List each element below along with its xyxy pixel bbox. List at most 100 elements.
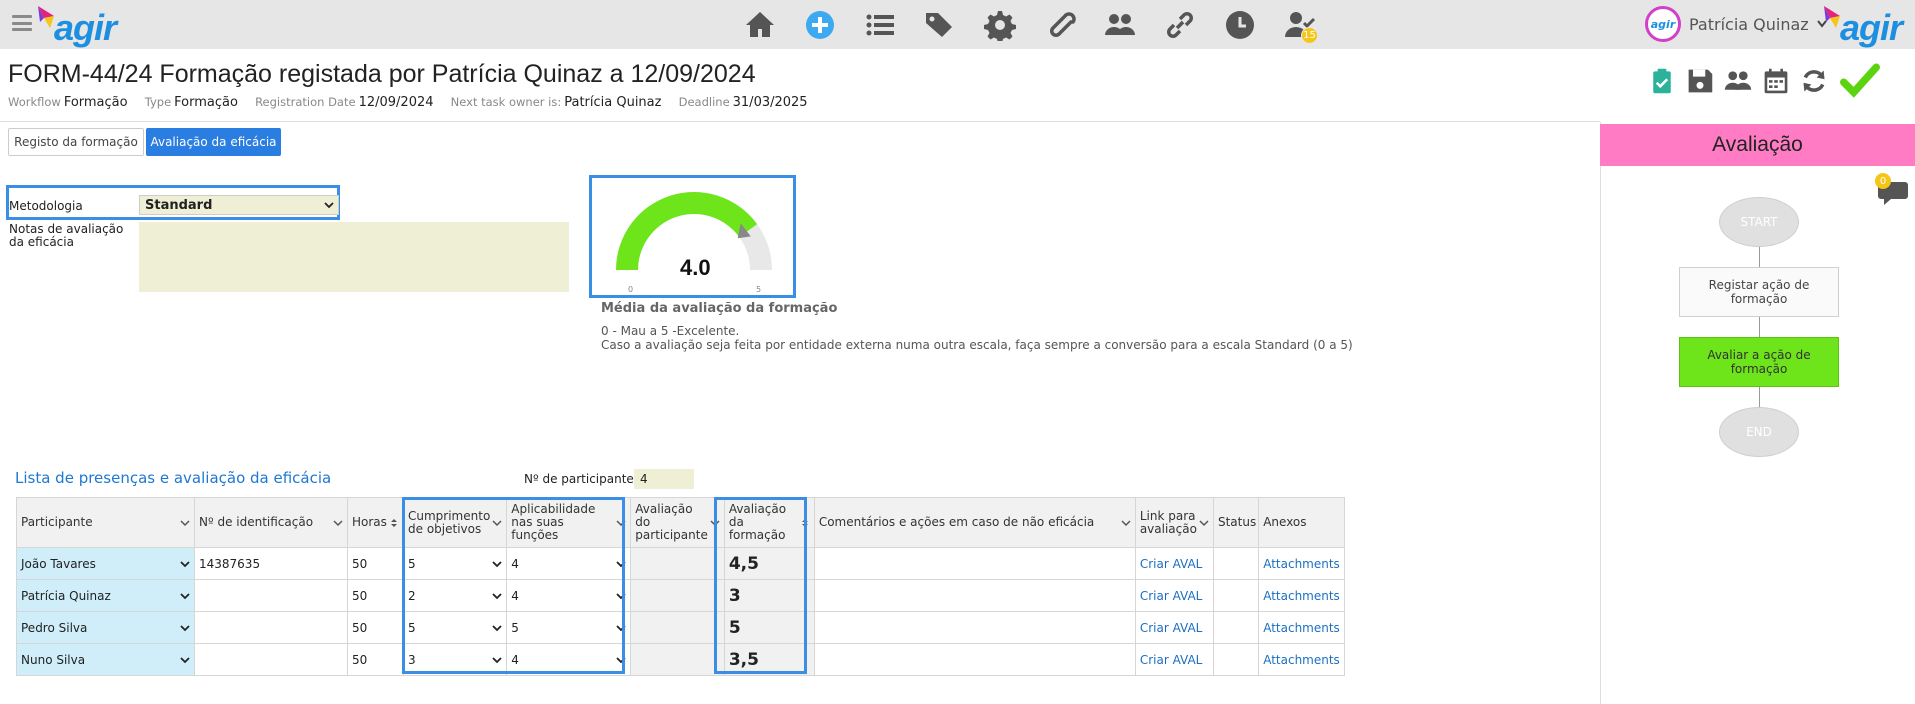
tags-icon[interactable] <box>910 6 970 44</box>
home-icon[interactable] <box>730 6 790 44</box>
aval-participante-cell <box>630 547 725 580</box>
comentarios-cell[interactable] <box>813 643 1136 676</box>
gauge-value: 4.0 <box>680 255 711 280</box>
app-logo[interactable]: agir <box>36 4 126 48</box>
refresh-icon[interactable] <box>1797 64 1831 98</box>
col-comentarios[interactable]: Comentários e ações em caso de não eficá… <box>813 497 1136 548</box>
comentarios-cell[interactable] <box>813 611 1136 644</box>
col-status[interactable]: Status <box>1212 497 1260 548</box>
status-cell <box>1212 611 1260 644</box>
identificacao-cell[interactable] <box>194 579 348 612</box>
chevron-down-icon <box>180 624 190 631</box>
aval-participante-cell <box>630 643 725 676</box>
identificacao-cell[interactable] <box>194 611 348 644</box>
horas-cell[interactable]: 50 <box>347 643 404 676</box>
participante-select[interactable]: João Tavares <box>16 547 195 580</box>
add-icon[interactable] <box>790 6 850 44</box>
col-aval-participante[interactable]: Avaliação do participante <box>630 497 725 548</box>
share-users-icon[interactable] <box>1721 64 1755 98</box>
tasks-badge: 15 <box>1301 27 1318 44</box>
workflow-panel-title: Avaliação <box>1600 124 1915 166</box>
participants-label: Nº de participantes <box>524 472 641 486</box>
chat-badge: 0 <box>1875 173 1891 189</box>
metodologia-select[interactable]: Standard <box>139 195 339 215</box>
identificacao-cell[interactable] <box>194 643 348 676</box>
chevron-down-icon <box>180 560 190 567</box>
criar-aval-link[interactable]: Criar AVAL <box>1134 579 1214 612</box>
participants-count: 4 <box>634 469 694 489</box>
tab-avaliacao-eficacia[interactable]: Avaliação da eficácia <box>146 128 281 156</box>
top-bar: agir 15 agir Patrícia Quinaz agir <box>0 0 1915 49</box>
criar-aval-link[interactable]: Criar AVAL <box>1134 547 1214 580</box>
attachments-link[interactable]: Attachments <box>1258 611 1345 644</box>
menu-icon[interactable] <box>12 15 32 31</box>
workflow-connector <box>1759 387 1760 407</box>
list-icon[interactable] <box>850 6 910 44</box>
avatar: agir <box>1645 6 1681 42</box>
attachments-link[interactable]: Attachments <box>1258 547 1345 580</box>
aval-participante-cell <box>630 611 725 644</box>
chevron-down-icon <box>180 520 190 527</box>
workflow-start[interactable]: START <box>1719 197 1799 247</box>
gauge-max: 5 <box>756 285 762 294</box>
chevron-down-icon <box>333 520 343 527</box>
tab-registo-formacao[interactable]: Registo da formação <box>8 128 144 156</box>
user-tasks-icon[interactable]: 15 <box>1270 6 1330 44</box>
gear-icon[interactable] <box>970 6 1030 44</box>
workflow-end[interactable]: END <box>1719 407 1799 457</box>
horas-cell[interactable]: 50 <box>347 547 404 580</box>
save-icon[interactable] <box>1683 64 1717 98</box>
table-row: Patrícia Quinaz 50 2 4 3 Criar AVAL Atta… <box>16 579 1345 612</box>
sort-icon <box>391 519 397 527</box>
workflow-step-registar[interactable]: Registar ação de formação <box>1679 267 1839 317</box>
col-identificacao[interactable]: Nº de identificação <box>194 497 348 548</box>
chevron-down-icon <box>1199 520 1209 527</box>
paperclip-icon[interactable] <box>1030 6 1090 44</box>
status-cell <box>1212 579 1260 612</box>
approve-check-icon[interactable] <box>1835 63 1885 98</box>
criar-aval-link[interactable]: Criar AVAL <box>1134 643 1214 676</box>
comentarios-cell[interactable] <box>813 547 1136 580</box>
workflow-connector <box>1759 247 1760 267</box>
table-row: Nuno Silva 50 3 4 3,5 Criar AVAL Attachm… <box>16 643 1345 676</box>
clipboard-check-icon[interactable] <box>1645 64 1679 98</box>
link-icon[interactable] <box>1150 6 1210 44</box>
list-title: Lista de presenças e avaliação da eficác… <box>15 469 332 487</box>
identificacao-cell[interactable]: 14387635 <box>194 547 348 580</box>
user-menu[interactable]: agir Patrícia Quinaz <box>1645 6 1827 42</box>
aval-participante-cell <box>630 579 725 612</box>
record-meta: Workflow Formação Type Formação Registrati… <box>8 95 808 110</box>
workflow-step-avaliar[interactable]: Avaliar a ação de formação <box>1679 337 1839 387</box>
horas-cell[interactable]: 50 <box>347 611 404 644</box>
notas-label: Notas de avaliação da eficácia <box>9 222 124 249</box>
col-anexos[interactable]: Anexos <box>1258 497 1345 548</box>
gauge-description: 0 - Mau a 5 -Excelente. Caso a avaliação… <box>601 324 1353 352</box>
user-name: Patrícia Quinaz <box>1689 14 1809 34</box>
header-divider <box>0 121 1600 122</box>
status-cell <box>1212 547 1260 580</box>
chevron-down-icon <box>324 202 334 209</box>
participante-select[interactable]: Nuno Silva <box>16 643 195 676</box>
attendance-table: Participante Nº de identificação Horas C… <box>16 497 1345 676</box>
status-cell <box>1212 643 1260 676</box>
participante-select[interactable]: Pedro Silva <box>16 611 195 644</box>
attachments-link[interactable]: Attachments <box>1258 579 1345 612</box>
attachments-link[interactable]: Attachments <box>1258 643 1345 676</box>
workflow-connector <box>1759 317 1760 337</box>
clock-icon[interactable] <box>1210 6 1270 44</box>
notas-textarea[interactable] <box>139 222 569 292</box>
metodologia-label: Metodologia <box>9 199 83 213</box>
aval-formacao-highlight <box>714 497 807 674</box>
users-icon[interactable] <box>1090 6 1150 44</box>
col-participante[interactable]: Participante <box>16 497 195 548</box>
horas-cell[interactable]: 50 <box>347 579 404 612</box>
chevron-down-icon <box>180 592 190 599</box>
comentarios-cell[interactable] <box>813 579 1136 612</box>
criar-aval-link[interactable]: Criar AVAL <box>1134 611 1214 644</box>
page-title: FORM-44/24 Formação registada por Patríc… <box>8 60 756 88</box>
calendar-icon[interactable] <box>1759 64 1793 98</box>
chevron-down-icon <box>180 656 190 663</box>
col-horas[interactable]: Horas <box>347 497 404 548</box>
col-link[interactable]: Link para avaliação <box>1134 497 1214 548</box>
participante-select[interactable]: Patrícia Quinaz <box>16 579 195 612</box>
